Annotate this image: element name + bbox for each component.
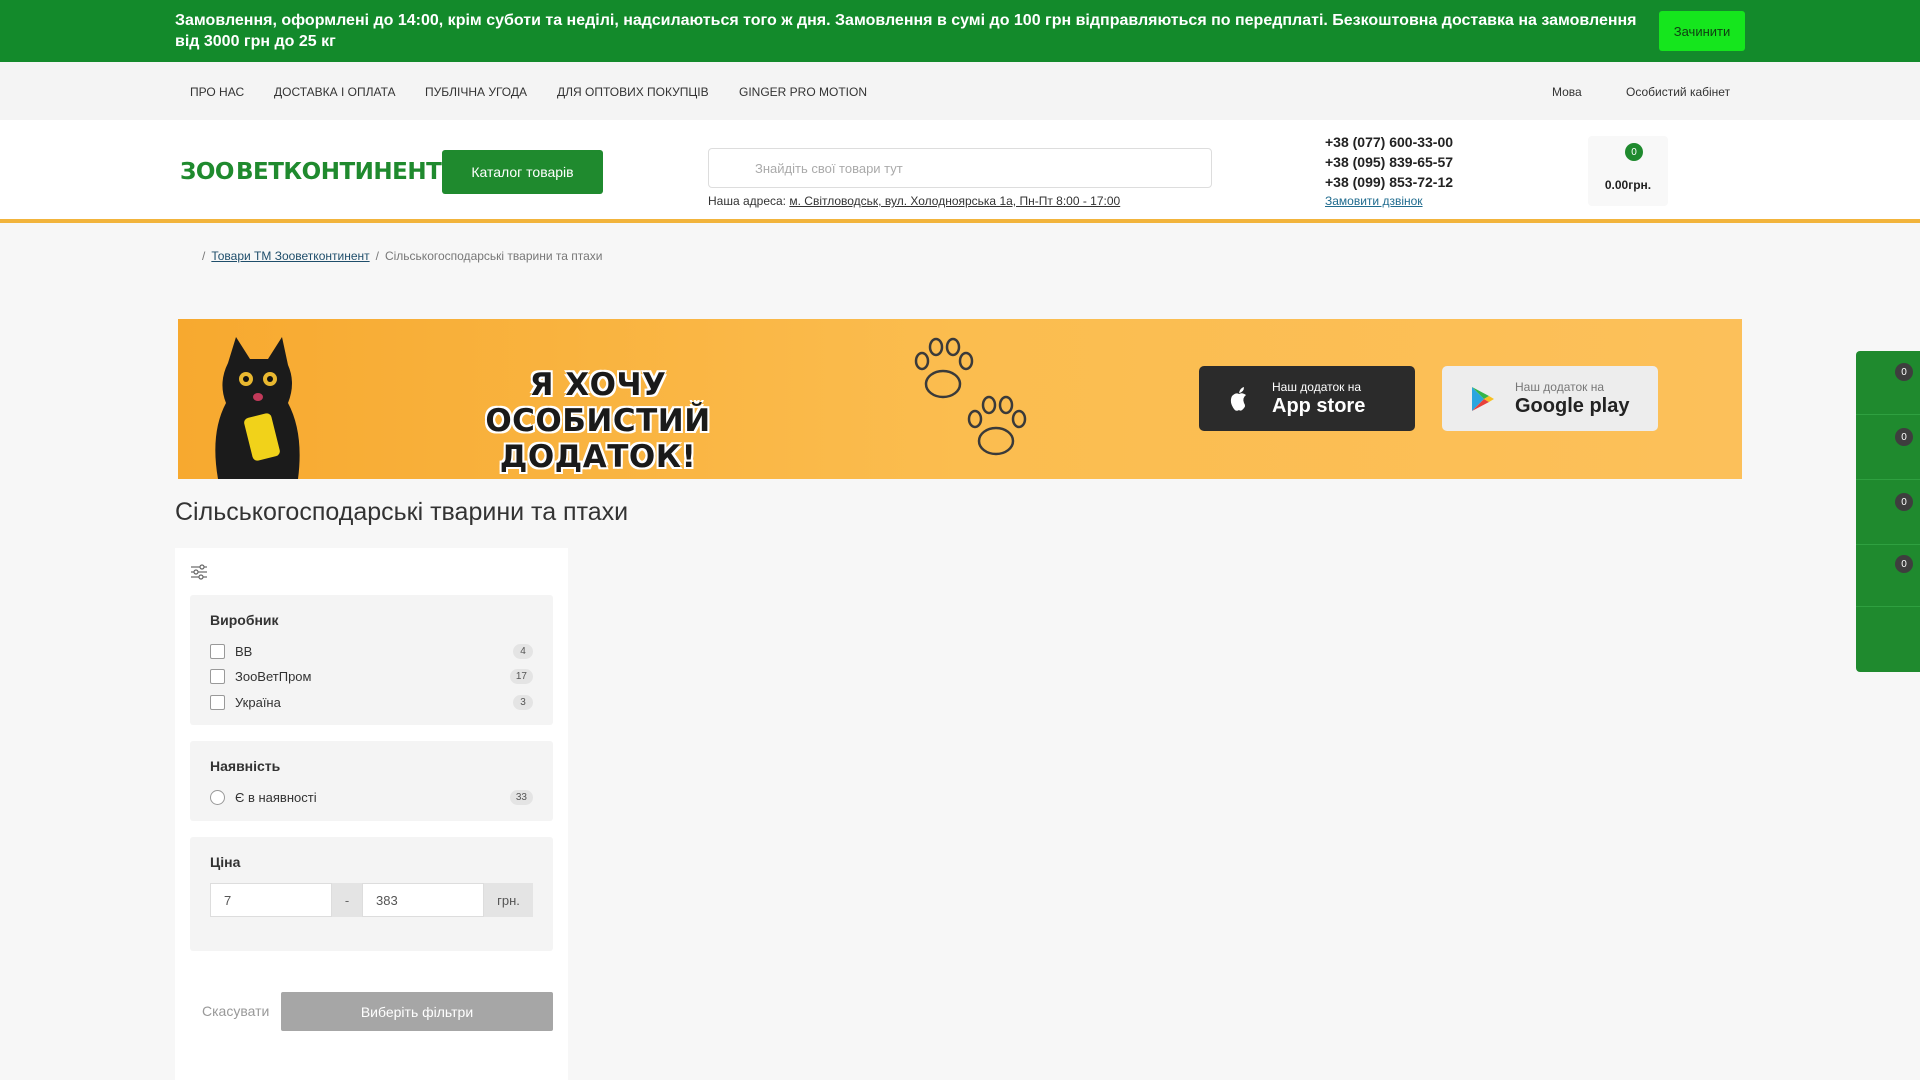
cancel-filters-link[interactable]: Скасувати: [202, 1003, 269, 1019]
cart-count-badge: 0: [1625, 143, 1643, 161]
nav-link-delivery[interactable]: ДОСТАВКА І ОПЛАТА: [274, 85, 396, 99]
search-box[interactable]: [708, 148, 1212, 188]
price-min-input[interactable]: [210, 883, 332, 917]
app-store-button[interactable]: Наш додаток на App store: [1199, 366, 1415, 431]
page-title: Сільськогосподарські тварини та птахи: [175, 498, 629, 526]
phone-list: +38 (077) 600-33-00 +38 (095) 839-65-57 …: [1325, 132, 1453, 208]
price-range-dash: -: [332, 883, 362, 917]
price-range: - грн.: [210, 883, 533, 917]
breadcrumb-separator: /: [375, 249, 379, 263]
apple-icon: [1230, 386, 1246, 411]
filter-option-count: 17: [509, 668, 533, 684]
filter-option-label: ЗооВетПром: [235, 668, 312, 684]
filter-option[interactable]: ЗооВетПром 17: [210, 666, 533, 686]
price-filter-title: Ціна: [210, 854, 241, 870]
google-play-big-text: Google play: [1515, 394, 1630, 417]
filter-option-label: Є в наявності: [235, 789, 317, 805]
paw-prints-icon: [914, 337, 1027, 456]
address-label: Наша адреса:: [708, 194, 787, 208]
app-store-big-text: App store: [1272, 394, 1366, 417]
side-panel-item[interactable]: 0: [1856, 481, 1920, 545]
checkbox[interactable]: [210, 694, 225, 710]
phone-number[interactable]: +38 (077) 600-33-00: [1325, 132, 1453, 152]
banner-title: Я ХОЧУ ОСОБИСТИЙ ДОДАТОК!: [485, 367, 711, 475]
nav-link-agreement[interactable]: ПУБЛІЧНА УГОДА: [425, 85, 527, 99]
manufacturer-filter: Виробник ВВ 4 ЗооВетПром 17 Україна 3: [190, 595, 553, 725]
side-panel-badge: 0: [1895, 363, 1913, 381]
filter-settings-icon[interactable]: [190, 563, 208, 581]
filter-option-count: 4: [513, 643, 533, 659]
side-quick-panel: 0 0 0 0: [1856, 351, 1920, 672]
filter-option-label: ВВ: [235, 643, 253, 659]
breadcrumb-link[interactable]: Товари ТМ Зооветконтинент: [211, 249, 369, 263]
app-store-small-text: Наш додаток на: [1272, 379, 1362, 394]
catalog-button-label: Каталог товарів: [471, 164, 574, 180]
side-panel-item[interactable]: 0: [1856, 351, 1920, 415]
filter-option[interactable]: Є в наявності 33: [210, 787, 533, 807]
availability-filter-title: Наявність: [210, 758, 281, 774]
price-unit: грн.: [484, 883, 533, 917]
notice-text: Замовлення, оформлені до 14:00, крім суб…: [175, 12, 1637, 50]
google-play-small-text: Наш додаток на: [1515, 379, 1605, 394]
cart-total: 0.00грн.: [1604, 178, 1652, 192]
availability-filter: Наявність Є в наявності 33: [190, 741, 553, 821]
apply-filters-button[interactable]: Виберіть фільтри: [281, 992, 553, 1031]
breadcrumb-separator: /: [202, 249, 206, 263]
callback-link[interactable]: Замовити дзвінок: [1325, 194, 1453, 208]
phone-number[interactable]: +38 (099) 853-72-12: [1325, 172, 1453, 192]
nav-link-about[interactable]: ПРО НАС: [190, 85, 244, 99]
phone-number[interactable]: +38 (095) 839-65-57: [1325, 152, 1453, 172]
search-input[interactable]: [755, 160, 1195, 176]
top-navigation: ПРО НАС ДОСТАВКА І ОПЛАТА ПУБЛІЧНА УГОДА…: [0, 62, 1920, 120]
filter-option[interactable]: ВВ 4: [210, 641, 533, 661]
nav-link-wholesale[interactable]: ДЛЯ ОПТОВИХ ПОКУПЦІВ: [557, 85, 709, 99]
account-link[interactable]: Особистий кабінет: [1626, 85, 1730, 99]
side-panel-item[interactable]: [1856, 608, 1920, 672]
address-link[interactable]: м. Світловодськ, вул. Холодноярська 1а, …: [789, 194, 1120, 208]
cart-button[interactable]: 0 0.00грн.: [1588, 136, 1668, 206]
side-panel-badge: 0: [1895, 428, 1913, 446]
logo[interactable]: ЗОО ВЕТКОНТИНЕНТ: [180, 152, 442, 192]
filter-option-count: 3: [513, 694, 533, 710]
app-promo-banner[interactable]: Я ХОЧУ ОСОБИСТИЙ ДОДАТОК! Наш додаток на…: [178, 319, 1742, 479]
logo-text-left: ЗОО: [180, 159, 234, 185]
logo-text-right: ВЕТКОНТИНЕНТ: [235, 159, 442, 185]
notice-close-button[interactable]: Зачинити: [1659, 11, 1745, 51]
manufacturer-filter-title: Виробник: [210, 612, 279, 628]
radio-button[interactable]: [210, 789, 225, 805]
checkbox[interactable]: [210, 668, 225, 684]
checkbox[interactable]: [210, 643, 225, 659]
breadcrumb-current: Сільськогосподарські тварини та птахи: [384, 249, 603, 263]
breadcrumb: / Товари ТМ Зооветконтинент / Сільськогоспо…: [196, 249, 602, 263]
site-header: ЗОО ВЕТКОНТИНЕНТ Каталог товарів Наша ад…: [0, 120, 1920, 223]
black-cat-illustration: [215, 337, 300, 479]
side-panel-item[interactable]: 0: [1856, 416, 1920, 480]
side-panel-badge: 0: [1895, 555, 1913, 573]
nav-link-ginger[interactable]: GINGER PRO MOTION: [739, 85, 867, 99]
google-play-button[interactable]: Наш додаток на Google play: [1442, 366, 1658, 431]
language-selector[interactable]: Мова: [1552, 85, 1582, 99]
filter-option[interactable]: Україна 3: [210, 692, 533, 712]
price-filter: Ціна - грн.: [190, 837, 553, 951]
search-icon: [730, 161, 745, 176]
filter-option-count: 33: [509, 789, 533, 805]
address: Наша адреса: м. Світловодськ, вул. Холод…: [708, 194, 1120, 208]
google-play-icon: [1472, 386, 1494, 411]
side-panel-badge: 0: [1895, 493, 1913, 511]
filter-panel: Виробник ВВ 4 ЗооВетПром 17 Україна 3 На…: [175, 548, 568, 1080]
catalog-button[interactable]: Каталог товарів: [442, 150, 603, 194]
price-max-input[interactable]: [362, 883, 484, 917]
side-panel-item[interactable]: 0: [1856, 543, 1920, 607]
filter-option-label: Україна: [235, 694, 281, 710]
notice-bar: Замовлення, оформлені до 14:00, крім суб…: [0, 0, 1920, 62]
